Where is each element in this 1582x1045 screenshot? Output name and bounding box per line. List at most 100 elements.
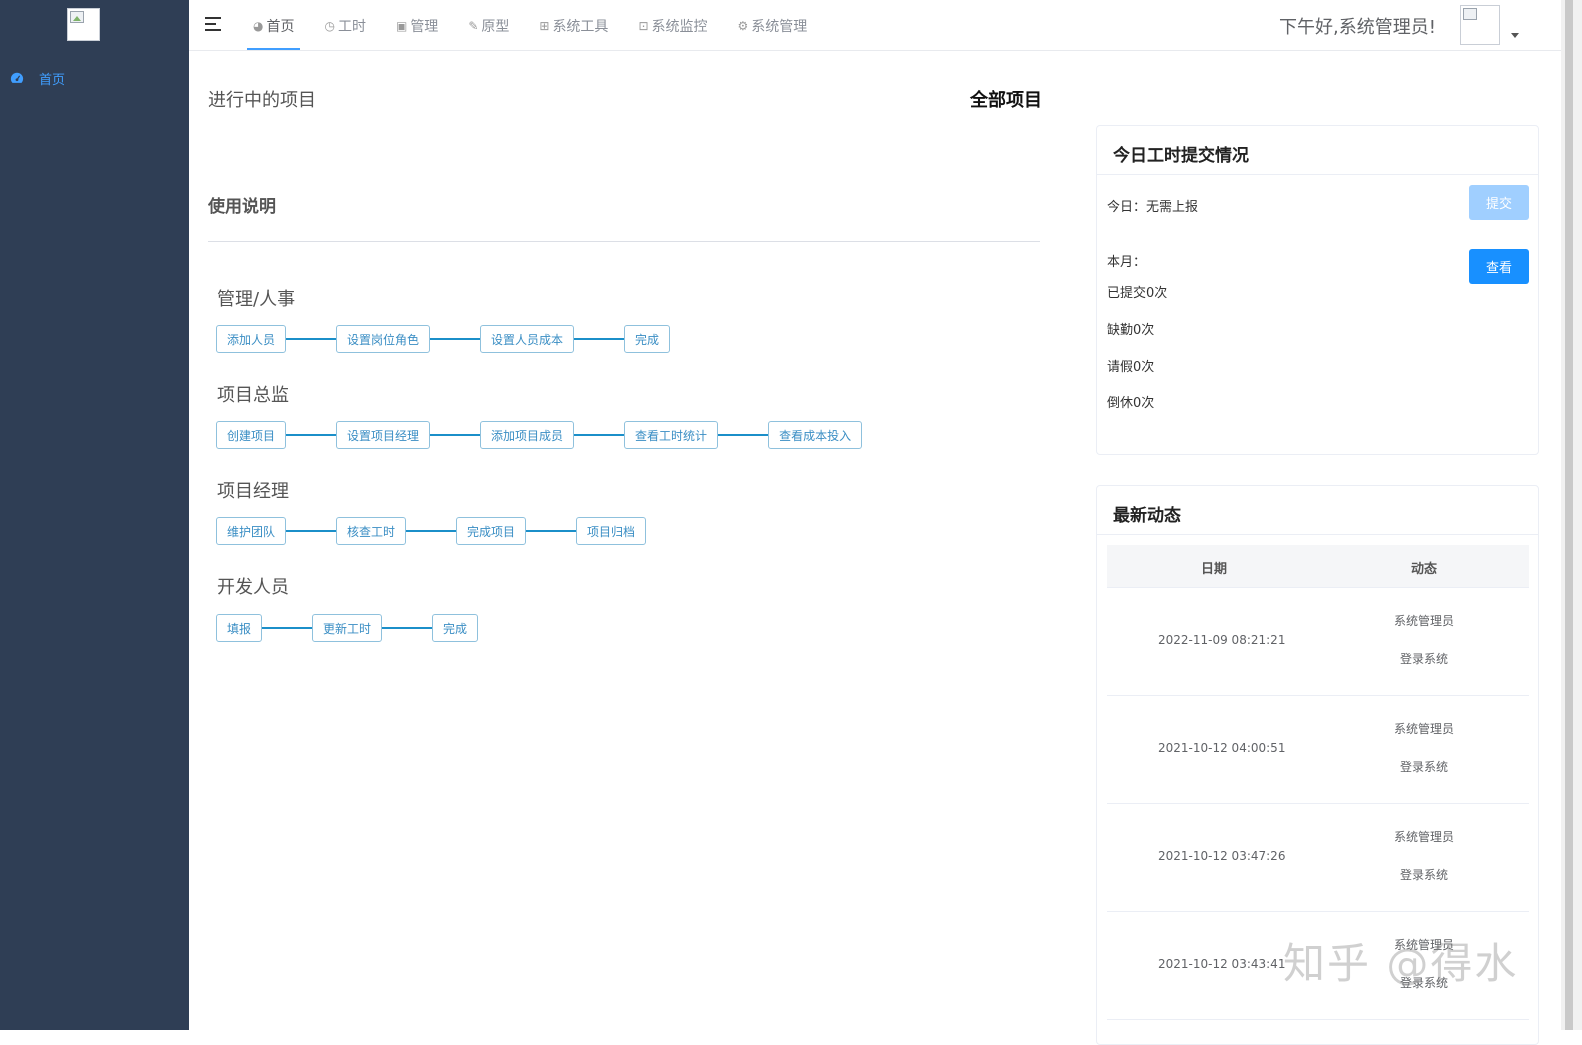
workflow-step[interactable]: 设置岗位角色 bbox=[336, 325, 431, 353]
broken-image-icon bbox=[70, 11, 84, 23]
dashboard-icon: ◕ bbox=[253, 18, 264, 33]
card-title: 今日工时提交情况 bbox=[1113, 146, 1249, 166]
divider bbox=[1097, 534, 1538, 535]
ongoing-projects-label: 进行中的项目 bbox=[208, 90, 316, 111]
workflow-step[interactable]: 添加人员 bbox=[216, 325, 287, 353]
column-header-date: 日期 bbox=[1201, 562, 1228, 577]
step-connector bbox=[430, 338, 481, 340]
activity-user: 系统管理员 bbox=[1394, 830, 1455, 844]
activity-user: 系统管理员 bbox=[1394, 614, 1455, 628]
card-title: 最新动态 bbox=[1113, 506, 1181, 526]
column-header-activity: 动态 bbox=[1411, 562, 1438, 577]
top-menu: ◕ 首页 ◷ 工时 ▣ 管理 ✎ 原型 ⊞ 系统工具 ⊡ 系统监控 ⚙ 系统管理 bbox=[246, 0, 833, 51]
submitted-count: 已提交0次 bbox=[1107, 286, 1168, 301]
gear-icon: ⚙ bbox=[737, 18, 749, 33]
tab-label: 首页 bbox=[266, 18, 295, 35]
tab-0[interactable]: ◕ 首页 bbox=[246, 0, 301, 51]
workflow-step[interactable]: 更新工时 bbox=[312, 614, 383, 642]
clock-icon: ◷ bbox=[324, 18, 335, 33]
workflow-step[interactable]: 创建项目 bbox=[216, 421, 287, 449]
scrollbar-thumb[interactable] bbox=[1565, 0, 1573, 1030]
activity-action: 登录系统 bbox=[1400, 760, 1449, 774]
step-connector bbox=[382, 627, 433, 629]
tab-4[interactable]: ⊞ 系统工具 bbox=[535, 0, 612, 51]
step-connector bbox=[406, 530, 457, 532]
submit-button[interactable]: 提交 bbox=[1469, 185, 1529, 220]
page-scrollbar[interactable] bbox=[1561, 0, 1582, 1030]
tab-3[interactable]: ✎ 原型 bbox=[464, 0, 513, 51]
activity-date: 2022-11-09 08:21:21 bbox=[1158, 633, 1286, 647]
workflow-step[interactable]: 完成 bbox=[432, 614, 479, 642]
activity-user: 系统管理员 bbox=[1394, 722, 1455, 736]
step-connector bbox=[286, 530, 337, 532]
tab-label: 管理 bbox=[410, 18, 439, 35]
step-connector bbox=[718, 434, 769, 436]
sidebar-item-label: 首页 bbox=[39, 72, 66, 88]
workflow-step[interactable]: 查看成本投入 bbox=[768, 421, 863, 449]
menu-toggle-icon[interactable] bbox=[205, 16, 223, 32]
dashboard-icon bbox=[10, 72, 24, 83]
workflow-step[interactable]: 核查工时 bbox=[336, 517, 407, 545]
table-row: 2022-11-09 08:21:21 系统管理员登录系统 bbox=[1107, 588, 1529, 696]
usage-instructions-title: 使用说明 bbox=[208, 197, 276, 217]
tab-2[interactable]: ▣ 管理 bbox=[392, 0, 442, 51]
step-connector bbox=[286, 338, 337, 340]
activity-action: 登录系统 bbox=[1400, 652, 1449, 666]
tab-5[interactable]: ⊡ 系统监控 bbox=[634, 0, 711, 51]
toolbox-icon: ⊞ bbox=[539, 18, 550, 33]
tab-label: 原型 bbox=[481, 18, 510, 35]
activity-action: 登录系统 bbox=[1400, 868, 1449, 882]
step-connector bbox=[430, 434, 481, 436]
caret-down-icon[interactable] bbox=[1511, 33, 1519, 38]
logo-image[interactable] bbox=[67, 8, 100, 41]
absent-count: 缺勤0次 bbox=[1107, 323, 1155, 338]
top-navbar: ◕ 首页 ◷ 工时 ▣ 管理 ✎ 原型 ⊞ 系统工具 ⊡ 系统监控 ⚙ 系统管理 下午好,系统管理员! bbox=[189, 0, 1561, 51]
workflow-step[interactable]: 填报 bbox=[216, 614, 263, 642]
broken-image-icon bbox=[1463, 8, 1477, 20]
workflow-step[interactable]: 设置人员成本 bbox=[480, 325, 575, 353]
workflow-step[interactable]: 完成 bbox=[624, 325, 671, 353]
workflow-steps: 维护团队 核查工时 完成项目 项目归档 bbox=[216, 517, 647, 545]
table-header: 日期 动态 bbox=[1107, 545, 1529, 588]
activity-date: 2021-10-12 04:00:51 bbox=[1158, 741, 1286, 755]
month-label: 本月： bbox=[1107, 255, 1147, 270]
tab-1[interactable]: ◷ 工时 bbox=[320, 0, 369, 51]
workflow-step[interactable]: 维护团队 bbox=[216, 517, 287, 545]
role-title: 管理/人事 bbox=[217, 289, 296, 310]
workflow-step[interactable]: 项目归档 bbox=[576, 517, 647, 545]
workflow-steps: 填报 更新工时 完成 bbox=[216, 614, 479, 642]
step-connector bbox=[286, 434, 337, 436]
user-avatar[interactable] bbox=[1460, 5, 1500, 45]
role-title: 开发人员 bbox=[217, 577, 289, 598]
workflow-step[interactable]: 完成项目 bbox=[456, 517, 527, 545]
monitor-icon: ⊡ bbox=[638, 18, 649, 33]
sidebar-item-home[interactable]: 首页 bbox=[0, 64, 189, 92]
image-icon: ▣ bbox=[395, 18, 408, 33]
sidebar: 首页 bbox=[0, 0, 189, 1030]
tab-label: 系统管理 bbox=[751, 18, 808, 35]
workflow-step[interactable]: 查看工时统计 bbox=[624, 421, 719, 449]
role-title: 项目经理 bbox=[217, 481, 289, 502]
watermark-text: 知乎 @得水 bbox=[1283, 939, 1519, 988]
workflow-step[interactable]: 添加项目成员 bbox=[480, 421, 575, 449]
view-button[interactable]: 查看 bbox=[1469, 249, 1529, 284]
leave-count: 请假0次 bbox=[1107, 360, 1155, 375]
edit-icon: ✎ bbox=[468, 18, 479, 33]
tab-label: 系统监控 bbox=[651, 18, 708, 35]
tab-label: 工时 bbox=[337, 18, 366, 35]
table-row: 2021-10-12 04:00:51 系统管理员登录系统 bbox=[1107, 696, 1529, 804]
workflow-steps: 添加人员 设置岗位角色 设置人员成本 完成 bbox=[216, 325, 671, 353]
workflow-step[interactable]: 设置项目经理 bbox=[336, 421, 431, 449]
rest-count: 倒休0次 bbox=[1107, 396, 1155, 411]
divider bbox=[208, 241, 1040, 242]
activity-date: 2021-10-12 03:43:41 bbox=[1158, 957, 1286, 971]
tab-label: 系统工具 bbox=[552, 18, 609, 35]
step-connector bbox=[574, 434, 625, 436]
table-row: 2021-10-12 03:47:26 系统管理员 登录系统 bbox=[1107, 804, 1529, 912]
all-projects-link[interactable]: 全部项目 bbox=[970, 86, 1042, 112]
today-status: 今日：无需上报 bbox=[1107, 200, 1199, 215]
tab-6[interactable]: ⚙ 系统管理 bbox=[734, 0, 812, 51]
divider bbox=[1097, 174, 1538, 175]
timesheet-card: 今日工时提交情况 今日：无需上报 提交 本月： 查看 已提交0次 缺勤0次 请假… bbox=[1096, 125, 1539, 455]
workflow-steps: 创建项目 设置项目经理 添加项目成员 查看工时统计 查看成本投入 bbox=[216, 421, 863, 449]
